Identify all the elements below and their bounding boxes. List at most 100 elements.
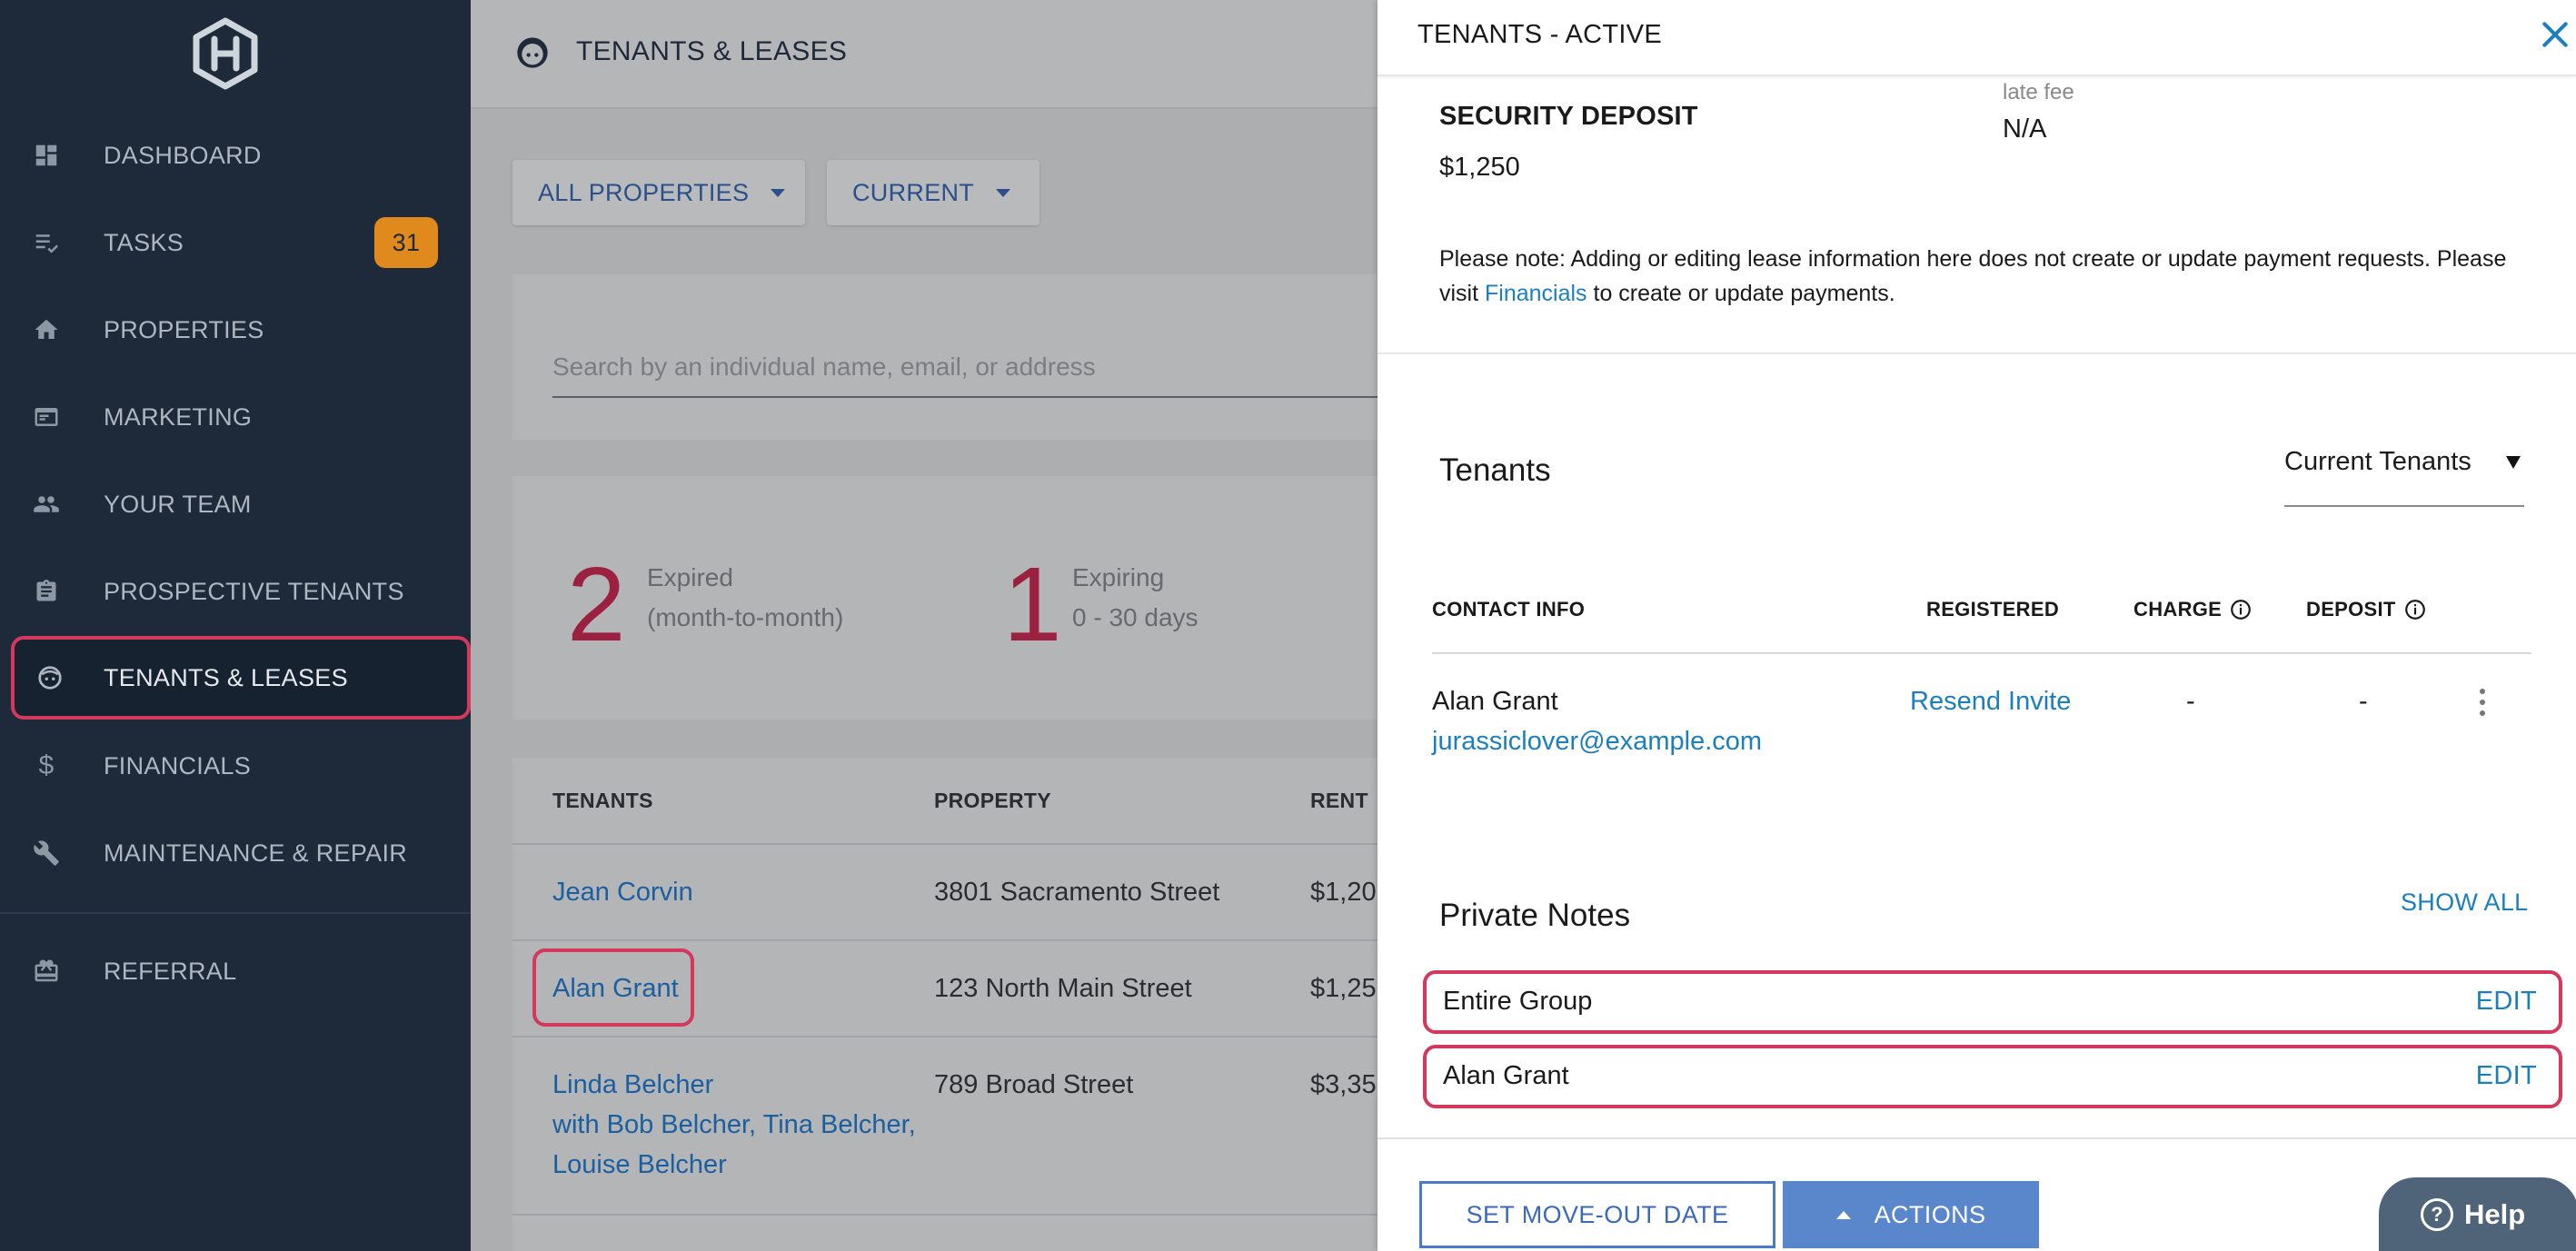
sidebar-item-label: YOUR TEAM bbox=[104, 490, 252, 518]
search-card bbox=[512, 274, 1379, 440]
edit-note-button[interactable]: EDIT bbox=[2476, 987, 2537, 1017]
tasks-count-badge: 31 bbox=[374, 217, 438, 268]
sidebar-item-dashboard[interactable]: DASHBOARD bbox=[0, 114, 471, 197]
late-fee-value: N/A bbox=[2003, 114, 2047, 144]
info-icon[interactable] bbox=[2229, 598, 2253, 621]
page-title: TENANTS & LEASES bbox=[576, 36, 848, 66]
more-options-icon[interactable] bbox=[2477, 689, 2488, 721]
set-move-out-date-button[interactable]: SET MOVE-OUT DATE bbox=[1419, 1181, 1775, 1248]
sidebar-item-label: MARKETING bbox=[104, 402, 253, 431]
sidebar-item-label: MAINTENANCE & REPAIR bbox=[104, 839, 408, 867]
sidebar-item-prospective-tenants[interactable]: PROSPECTIVE TENANTS bbox=[0, 550, 471, 633]
dashboard-icon bbox=[31, 140, 62, 171]
drawer-header: TENANTS - ACTIVE bbox=[1378, 0, 2576, 76]
home-icon bbox=[31, 314, 62, 345]
sidebar-item-properties[interactable]: PROPERTIES bbox=[0, 288, 471, 372]
sidebar-item-label: REFERRAL bbox=[104, 957, 237, 985]
resend-invite-link[interactable]: Resend Invite bbox=[1910, 687, 2071, 717]
property-cell: 789 Broad Street bbox=[934, 1070, 1134, 1099]
tenants-filter-select[interactable]: Current Tenants bbox=[2284, 440, 2524, 507]
top-bar: TENANTS & LEASES bbox=[471, 0, 1379, 109]
sidebar-item-financials[interactable]: $ FINANCIALS bbox=[0, 724, 471, 808]
row-divider bbox=[512, 1214, 1379, 1216]
private-note-row[interactable]: Alan Grant EDIT bbox=[1423, 1045, 2562, 1108]
tenant-email-link[interactable]: jurassiclover@example.com bbox=[1432, 727, 1762, 757]
sidebar-item-label: PROSPECTIVE TENANTS bbox=[104, 577, 404, 605]
column-header-tenants[interactable]: TENANTS bbox=[552, 789, 653, 813]
search-input[interactable] bbox=[552, 338, 1379, 398]
help-button[interactable]: ? Help bbox=[2379, 1177, 2576, 1251]
close-icon[interactable] bbox=[2537, 16, 2573, 53]
sidebar-item-marketing[interactable]: MARKETING bbox=[0, 375, 471, 459]
sidebar-divider bbox=[0, 912, 471, 914]
note-label: Entire Group bbox=[1443, 987, 1593, 1016]
column-header-charge: CHARGE bbox=[2133, 598, 2253, 621]
properties-filter-label: ALL PROPERTIES bbox=[538, 178, 750, 206]
expired-count: 2 bbox=[567, 545, 626, 663]
caret-down-icon bbox=[2506, 456, 2521, 469]
expired-sublabel: (month-to-month) bbox=[647, 603, 844, 631]
tenant-link[interactable]: Linda Belcher bbox=[552, 1070, 713, 1100]
sidebar-item-referral[interactable]: REFERRAL bbox=[0, 929, 471, 1013]
properties-filter-dropdown[interactable]: ALL PROPERTIES bbox=[512, 160, 805, 225]
rent-cell: $1,20 bbox=[1310, 878, 1377, 907]
rent-cell: $3,35 bbox=[1310, 1070, 1377, 1099]
marketing-icon bbox=[31, 402, 62, 432]
row-divider bbox=[512, 1036, 1379, 1038]
row-divider bbox=[512, 843, 1379, 845]
expiring-label: Expiring bbox=[1072, 563, 1165, 591]
section-divider bbox=[1378, 352, 2576, 354]
chevron-down-icon bbox=[996, 188, 1011, 197]
edit-note-button[interactable]: EDIT bbox=[2476, 1061, 2537, 1091]
sidebar-item-label: FINANCIALS bbox=[104, 751, 252, 779]
private-notes-title: Private Notes bbox=[1439, 898, 1631, 933]
table-divider bbox=[1432, 652, 2531, 654]
sidebar-item-your-team[interactable]: YOUR TEAM bbox=[0, 462, 471, 546]
security-deposit-value: $1,250 bbox=[1439, 153, 1520, 182]
tenant-detail-drawer: TENANTS - ACTIVE SECURITY DEPOSIT $1,250… bbox=[1378, 0, 2576, 1251]
show-all-link[interactable]: SHOW ALL bbox=[2401, 889, 2528, 917]
tenant-link[interactable]: Jean Corvin bbox=[552, 878, 693, 908]
tenants-section-title: Tenants bbox=[1439, 452, 1551, 488]
notice-text: to create or update payments. bbox=[1586, 281, 1895, 306]
sidebar-item-label: PROPERTIES bbox=[104, 315, 264, 343]
column-header-property[interactable]: PROPERTY bbox=[934, 789, 1051, 813]
actions-button[interactable]: ACTIONS bbox=[1783, 1181, 2039, 1248]
expiring-sublabel: 0 - 30 days bbox=[1072, 603, 1198, 631]
chevron-up-icon bbox=[1835, 1210, 1851, 1219]
sidebar: DASHBOARD TASKS 31 PROPERTIES MARKETING … bbox=[0, 0, 471, 1251]
sidebar-item-label: TASKS bbox=[104, 228, 184, 256]
sidebar-item-tasks[interactable]: TASKS 31 bbox=[0, 201, 471, 284]
tenants-filter-value: Current Tenants bbox=[2284, 447, 2472, 476]
sidebar-item-maintenance-repair[interactable]: MAINTENANCE & REPAIR bbox=[0, 811, 471, 895]
late-fee-label: late fee bbox=[2003, 80, 2074, 104]
column-header-rent[interactable]: RENT bbox=[1310, 789, 1368, 813]
app-logo-icon[interactable] bbox=[188, 16, 263, 91]
sidebar-item-tenants-leases[interactable]: TENANTS & LEASES bbox=[11, 636, 471, 720]
footer-divider bbox=[1378, 1137, 2576, 1139]
main-content: TENANTS & LEASES ALL PROPERTIES CURRENT … bbox=[471, 0, 1379, 1251]
question-icon: ? bbox=[2421, 1197, 2453, 1231]
status-filter-dropdown[interactable]: CURRENT bbox=[827, 160, 1039, 225]
payment-notice: Please note: Adding or editing lease inf… bbox=[1439, 242, 2521, 311]
lease-stats-card: 2 Expired (month-to-month) 1 Expiring 0 … bbox=[512, 476, 1379, 720]
highlight-annotation bbox=[532, 948, 694, 1027]
tasks-icon bbox=[31, 227, 62, 258]
drawer-title: TENANTS - ACTIVE bbox=[1417, 20, 1663, 49]
private-note-row[interactable]: Entire Group EDIT bbox=[1423, 970, 2562, 1034]
sidebar-item-label: DASHBOARD bbox=[104, 141, 262, 169]
deposit-value: - bbox=[2359, 687, 2368, 716]
co-tenants-text[interactable]: Louise Belcher bbox=[552, 1150, 727, 1180]
dollar-icon: $ bbox=[38, 750, 55, 780]
status-filter-label: CURRENT bbox=[852, 178, 975, 206]
column-header-deposit: DEPOSIT bbox=[2306, 598, 2427, 621]
co-tenants-text[interactable]: with Bob Belcher, Tina Belcher, bbox=[552, 1110, 916, 1140]
financials-link[interactable]: Financials bbox=[1485, 281, 1587, 306]
info-icon[interactable] bbox=[2403, 598, 2427, 621]
rent-cell: $1,25 bbox=[1310, 974, 1377, 1003]
gift-icon bbox=[31, 956, 62, 987]
clipboard-icon bbox=[31, 576, 62, 607]
property-cell: 123 North Main Street bbox=[934, 974, 1192, 1003]
property-cell: 3801 Sacramento Street bbox=[934, 878, 1220, 907]
column-header-contact-info: CONTACT INFO bbox=[1432, 598, 1586, 621]
